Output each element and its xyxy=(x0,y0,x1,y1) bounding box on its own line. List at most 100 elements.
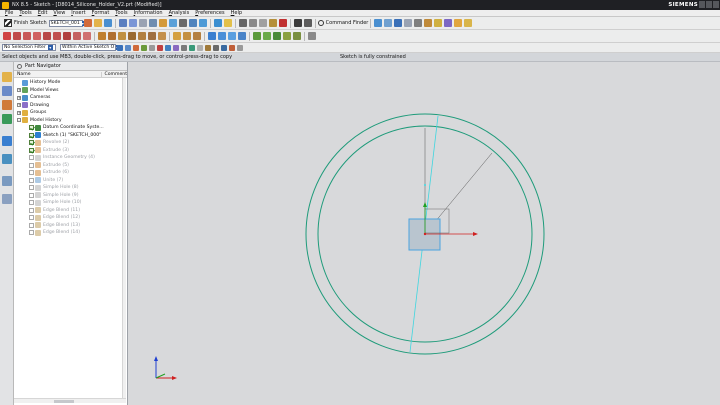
show-constraints-icon[interactable] xyxy=(263,32,271,40)
visibility-checkbox[interactable] xyxy=(29,177,34,183)
tree-node[interactable]: Edge Blend (11) xyxy=(14,207,127,215)
finish-sketch-button[interactable]: Finish Sketch xyxy=(2,19,49,27)
snap-point-on-curve-icon[interactable] xyxy=(189,44,195,51)
update-model-icon[interactable] xyxy=(103,19,112,27)
copy-icon[interactable] xyxy=(258,19,267,27)
snap-intersection-icon[interactable] xyxy=(157,44,163,51)
menu-information[interactable]: Information xyxy=(131,10,166,16)
tree-node[interactable]: Instance Geometry (4) xyxy=(14,154,127,162)
minimize-button[interactable] xyxy=(699,1,705,8)
menu-tools[interactable]: Tools xyxy=(16,10,34,16)
visibility-checkbox[interactable] xyxy=(29,147,34,153)
assembly-icon[interactable] xyxy=(384,19,393,27)
sketch-canvas[interactable] xyxy=(128,62,720,405)
snap-settings-icon[interactable] xyxy=(237,44,243,51)
visibility-checkbox[interactable] xyxy=(29,170,34,176)
point-icon[interactable] xyxy=(83,32,91,40)
web-browser-tab-icon[interactable] xyxy=(2,154,12,164)
make-corner-icon[interactable] xyxy=(193,32,201,40)
expand-icon[interactable]: + xyxy=(17,110,21,115)
tree-node[interactable]: Edge Blend (12) xyxy=(14,214,127,222)
work-layer-icon[interactable] xyxy=(128,19,137,27)
expand-icon[interactable]: + xyxy=(17,95,21,100)
reuse-library-tab-icon[interactable] xyxy=(2,114,12,124)
offset-curve-icon[interactable] xyxy=(98,32,106,40)
add-existing-curves-icon[interactable] xyxy=(148,32,156,40)
edit-section-icon[interactable] xyxy=(158,19,167,27)
menu-preferences[interactable]: Preferences xyxy=(192,10,227,16)
visibility-checkbox[interactable] xyxy=(29,132,34,138)
menu-insert[interactable]: Insert xyxy=(68,10,88,16)
shaded-icon[interactable] xyxy=(198,19,207,27)
project-curve-icon[interactable] xyxy=(158,32,166,40)
vertical-scrollbar[interactable] xyxy=(122,78,126,398)
tree-node[interactable]: Edge Blend (14) xyxy=(14,229,127,237)
restore-button[interactable] xyxy=(706,1,712,8)
visibility-checkbox[interactable] xyxy=(29,215,34,221)
visibility-checkbox[interactable] xyxy=(29,185,34,191)
select-all-icon[interactable] xyxy=(117,44,123,51)
tree-node[interactable]: Datum Coordinate Syste... xyxy=(14,124,127,132)
display-icon[interactable] xyxy=(138,19,147,27)
history-tab-icon[interactable] xyxy=(2,176,12,186)
zoom-icon[interactable] xyxy=(168,19,177,27)
snap-center-icon[interactable] xyxy=(165,44,171,51)
visibility-checkbox[interactable] xyxy=(29,230,34,236)
expand-icon[interactable]: + xyxy=(17,88,21,93)
selection-filter-dropdown[interactable]: No Selection Filter ▾ xyxy=(2,44,56,51)
filter-icon[interactable] xyxy=(404,19,413,27)
visibility-checkbox[interactable] xyxy=(29,162,34,168)
tree-node[interactable]: + Drawing xyxy=(14,102,127,110)
orient-to-sketch-icon[interactable] xyxy=(83,19,92,27)
snap-tangent-icon[interactable] xyxy=(221,44,227,51)
menu-help[interactable]: Help xyxy=(228,10,245,16)
tree-node[interactable]: + Model Views xyxy=(14,87,127,95)
tree-node[interactable]: Simple Hole (10) xyxy=(14,199,127,207)
snap-pole-icon[interactable] xyxy=(213,44,219,51)
hide-icon[interactable] xyxy=(414,19,423,27)
tree-node[interactable]: Extrude (3) xyxy=(14,147,127,155)
radial-dimension-icon[interactable] xyxy=(228,32,236,40)
dimension-icon[interactable] xyxy=(454,19,463,27)
quick-extend-icon[interactable] xyxy=(183,32,191,40)
tree-node[interactable]: Extrude (6) xyxy=(14,169,127,177)
sketch-name-dropdown[interactable]: SKETCH_001 ▾ xyxy=(48,19,84,27)
visibility-checkbox[interactable] xyxy=(29,192,34,198)
view-icon[interactable] xyxy=(148,19,157,27)
menu-format[interactable]: Format xyxy=(89,10,113,16)
tree-node[interactable]: - Model History xyxy=(14,117,127,125)
analysis-icon[interactable] xyxy=(444,19,453,27)
constraint-icon[interactable] xyxy=(464,19,473,27)
rotate-icon[interactable] xyxy=(188,19,197,27)
delete-icon[interactable] xyxy=(278,19,287,27)
derived-lines-icon[interactable] xyxy=(138,32,146,40)
constraint-navigator-tab-icon[interactable] xyxy=(2,86,12,96)
alternate-solution-icon[interactable] xyxy=(293,32,301,40)
profile-icon[interactable] xyxy=(3,32,11,40)
horizontal-scrollbar[interactable] xyxy=(14,398,126,403)
assembly-navigator-tab-icon[interactable] xyxy=(2,72,12,82)
model-icon[interactable] xyxy=(374,19,383,27)
pin-icon[interactable] xyxy=(17,63,22,69)
command-finder-button[interactable]: Command Finder xyxy=(317,20,368,26)
tree-node[interactable]: History Mode xyxy=(14,79,127,87)
layer-icon[interactable] xyxy=(118,19,127,27)
rapid-dimension-icon[interactable] xyxy=(208,32,216,40)
tree-node[interactable]: Simple Hole (8) xyxy=(14,184,127,192)
snap-arc-center-icon[interactable] xyxy=(229,44,235,51)
snap-midpoint-icon[interactable] xyxy=(141,44,147,51)
tree-node[interactable]: + Groups xyxy=(14,109,127,117)
navigator-icon[interactable] xyxy=(394,19,403,27)
mirror-curve-icon[interactable] xyxy=(118,32,126,40)
snap-control-icon[interactable] xyxy=(149,44,155,51)
fillet-icon[interactable] xyxy=(43,32,51,40)
tree-node[interactable]: Revolve (2) xyxy=(14,139,127,147)
visibility-checkbox[interactable] xyxy=(29,140,34,146)
geometric-constraints-icon[interactable] xyxy=(253,32,261,40)
visibility-checkbox[interactable] xyxy=(29,207,34,213)
chamfer-icon[interactable] xyxy=(53,32,61,40)
column-header-name[interactable]: Name xyxy=(14,71,103,77)
menu-view[interactable]: View xyxy=(50,10,68,16)
snap-view-icon[interactable] xyxy=(213,19,222,27)
visibility-checkbox[interactable] xyxy=(29,222,34,228)
